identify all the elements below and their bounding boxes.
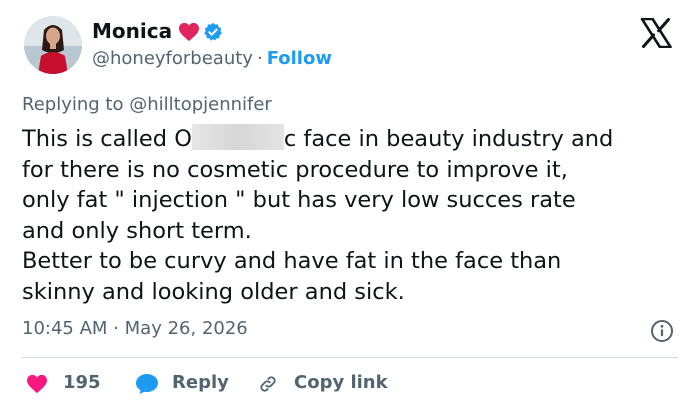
timestamp[interactable]: 10:45 AM · May 26, 2026: [22, 318, 248, 339]
tweet-line-1: This is called O c face in beauty industr…: [22, 124, 692, 155]
copy-link-button[interactable]: Copy link: [294, 372, 388, 393]
author-handle[interactable]: @honeyforbeauty: [92, 48, 253, 69]
reply-button[interactable]: Reply: [172, 372, 229, 393]
tweet-line-5: Better to be curvy and have fat in the f…: [22, 248, 562, 274]
x-logo-icon[interactable]: [640, 18, 672, 48]
like-heart-icon[interactable]: [26, 374, 48, 394]
replying-to-mention[interactable]: @hilltopjennifer: [129, 94, 272, 115]
heart-emoji-icon: [179, 22, 199, 42]
like-count[interactable]: 195: [63, 372, 101, 393]
tweet-time: 10:45 AM: [22, 318, 108, 339]
replying-to: Replying to @hilltopjennifer: [22, 94, 272, 115]
timestamp-separator: ·: [113, 318, 119, 339]
divider: [22, 357, 678, 358]
tweet-line-2: for there is no cosmetic procedure to im…: [22, 156, 568, 183]
tweet-line-1-before: This is called O: [22, 126, 192, 152]
info-icon[interactable]: [650, 319, 674, 343]
handle-row: @honeyforbeauty · Follow: [92, 48, 332, 69]
replying-to-prefix: Replying to: [22, 94, 124, 115]
avatar[interactable]: [24, 16, 82, 74]
tweet-date: May 26, 2026: [124, 318, 248, 339]
redaction-block: [191, 124, 284, 150]
tweet-text: This is called O c face in beauty industr…: [22, 124, 692, 307]
author-name[interactable]: Monica: [92, 19, 172, 43]
tweet-line-6: skinny and looking older and sick.: [22, 278, 405, 305]
tweet-line-1-after: c face in beauty industry and: [283, 126, 614, 152]
verified-badge-icon: [204, 22, 222, 41]
tweet-line-3: only fat " injection " but has very low …: [22, 187, 576, 213]
link-icon[interactable]: [258, 374, 278, 394]
tweet-line-4: and only short term.: [22, 217, 252, 244]
reply-bubble-icon[interactable]: [135, 373, 159, 395]
follow-button[interactable]: Follow: [267, 48, 332, 69]
handle-separator: ·: [256, 48, 263, 69]
